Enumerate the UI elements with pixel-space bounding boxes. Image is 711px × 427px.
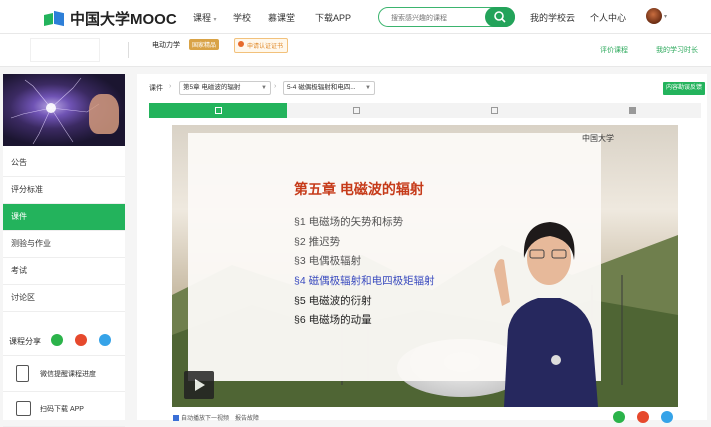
nav-courses[interactable]: 课程 ▾ <box>193 11 217 24</box>
tablet-icon <box>16 401 31 416</box>
slide-item: §5 电磁波的衍射 <box>294 295 372 307</box>
sidebar-item-discussion[interactable]: 讨论区 <box>3 285 125 312</box>
course-share: 课程分享 <box>3 327 125 356</box>
rate-course-link[interactable]: 评价课程 <box>600 45 628 55</box>
apply-certificate-button[interactable]: 申请认证证书 <box>234 38 289 53</box>
tab-document[interactable] <box>287 103 425 118</box>
search-button[interactable] <box>485 7 515 27</box>
video-icon <box>215 107 222 114</box>
lecturer-figure <box>494 222 598 407</box>
chevron-down-icon: ▼ <box>261 85 267 91</box>
sidebar-item-grading[interactable]: 评分标准 <box>3 177 125 204</box>
chevron-down-icon: ▼ <box>365 85 371 91</box>
wechat-reminder[interactable]: 微信提醒课程进度 <box>3 357 125 392</box>
divider <box>128 42 129 58</box>
slide-item: §6 电磁场的动量 <box>294 314 372 326</box>
tab-discussion[interactable] <box>563 103 701 118</box>
search-icon <box>494 11 506 23</box>
sidebar-item-quiz[interactable]: 测验与作业 <box>3 231 125 258</box>
sidebar: 公告 评分标准 课件 测验与作业 考试 讨论区 课程分享 微信提醒课程进度 扫码… <box>3 74 125 427</box>
personal-center[interactable]: 个人中心 <box>590 11 626 24</box>
slide-title: 第五章 电磁波的辐射 <box>294 181 424 197</box>
course-bar: 电动力学 国家精品 申请认证证书 评价课程 我的学习时长 <box>0 34 711 67</box>
scan-download-app[interactable]: 扫码下载 APP <box>3 392 125 427</box>
avatar[interactable] <box>646 8 662 24</box>
school-logo[interactable] <box>30 38 100 62</box>
video-player[interactable]: 中国大学 第五章 电磁波的辐射 §1 电磁场的矢势和标势 §2 推迟势 §3 电… <box>172 125 678 407</box>
share-label: 课程分享 <box>9 337 41 346</box>
courseware-panel: 课件 › 第5章 电磁波的辐射 ▼ › 5-4 磁偶极辐射和电四... ▼ 内容勘误… <box>137 74 707 423</box>
nav-mooc-classroom[interactable]: 慕课堂 <box>268 11 295 24</box>
breadcrumb: 课件 <box>149 85 163 92</box>
nav-schools[interactable]: 学校 <box>233 11 251 24</box>
weibo-icon[interactable] <box>637 411 649 423</box>
document-icon <box>353 107 360 114</box>
sidebar-item-courseware[interactable]: 课件 <box>3 204 125 231</box>
chevron-right-icon: › <box>274 83 277 90</box>
slide-item: §1 电磁场的矢势和标势 <box>294 216 404 228</box>
medal-icon <box>238 41 244 47</box>
mooc-logo-icon <box>44 10 66 26</box>
play-button[interactable] <box>184 371 214 399</box>
tab-video-2[interactable] <box>425 103 563 118</box>
report-link[interactable]: 报告故障 <box>235 413 259 422</box>
autoplay-label: 自动播放下一视频 <box>181 416 230 422</box>
brand-name: 中国大学MOOC <box>70 11 177 28</box>
top-navbar: 中国大学MOOC 课程 ▾ 学校 慕课堂 下载APP 我的学校云 个人中心 ▾ <box>0 0 711 34</box>
qq-icon[interactable] <box>661 411 673 423</box>
unit-tabs <box>149 103 701 118</box>
course-name: 电动力学 <box>152 42 180 49</box>
reminder-icon <box>16 365 29 382</box>
chevron-right-icon: › <box>169 83 172 90</box>
wechat-icon[interactable] <box>51 334 63 346</box>
feedback-button[interactable]: 内容勘误反馈 <box>663 82 706 95</box>
weibo-icon[interactable] <box>75 334 87 346</box>
chapter-select[interactable]: 第5章 电磁波的辐射 ▼ <box>179 81 271 95</box>
my-school-cloud[interactable]: 我的学校云 <box>530 11 575 24</box>
tab-video-1[interactable] <box>149 103 287 118</box>
autoplay-checkbox[interactable] <box>173 414 179 421</box>
national-quality-badge: 国家精品 <box>189 39 220 50</box>
slide-item: §3 电偶极辐射 <box>294 255 362 267</box>
player-footer: 自动播放下一视频 报告故障 <box>173 413 259 422</box>
search-input[interactable] <box>389 11 483 25</box>
section-select[interactable]: 5-4 磁偶极辐射和电四... ▼ <box>283 81 375 95</box>
site-logo[interactable]: 中国大学MOOC <box>44 8 177 29</box>
slide-item: §2 推迟势 <box>294 236 341 248</box>
course-cover-image <box>3 74 125 146</box>
chevron-down-icon[interactable]: ▾ <box>664 13 667 20</box>
wechat-icon[interactable] <box>613 411 625 423</box>
sidebar-item-exam[interactable]: 考试 <box>3 258 125 285</box>
study-time-link[interactable]: 我的学习时长 <box>656 45 698 55</box>
slide-item: §4 磁偶极辐射和电四极矩辐射 <box>294 275 435 287</box>
qq-icon[interactable] <box>99 334 111 346</box>
sidebar-item-announcement[interactable]: 公告 <box>3 150 125 177</box>
video-icon <box>491 107 498 114</box>
search-box <box>378 7 515 27</box>
video-watermark: 中国大学 <box>582 134 614 143</box>
discussion-icon <box>629 107 636 114</box>
nav-download-app[interactable]: 下载APP <box>315 11 351 24</box>
